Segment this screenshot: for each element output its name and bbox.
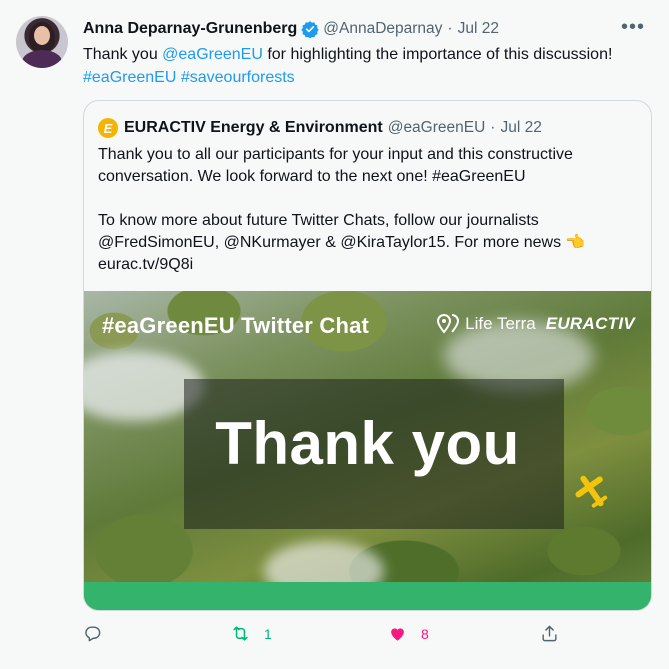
quoted-author-name: EURACTIV Energy & Environment: [124, 119, 383, 136]
quoted-text-part: To know more about future Twitter Chats,…: [98, 212, 562, 251]
retweet-icon: [233, 626, 248, 641]
image-footer-strip: [84, 582, 651, 610]
quoted-link: eurac.tv/9Q8i: [98, 256, 194, 273]
tweet-text: Thank you @eaGreenEU for highlighting th…: [83, 43, 653, 89]
author-name[interactable]: Anna Deparnay-Grunenberg: [83, 20, 297, 38]
tweet[interactable]: Anna Deparnay-Grunenberg @AnnaDeparnay ·…: [0, 0, 669, 669]
tweet-text-part: for highlighting the importance of this …: [262, 46, 613, 63]
tweet-header: Anna Deparnay-Grunenberg @AnnaDeparnay ·…: [83, 18, 499, 40]
pointing-hand-icon: 👉: [565, 234, 586, 251]
tweet-actions: 1 8: [83, 624, 563, 648]
like-button[interactable]: 8: [388, 624, 429, 643]
verified-badge-icon: [301, 21, 319, 38]
quoted-author-handle: @eaGreenEU: [387, 119, 486, 136]
reply-button[interactable]: [83, 624, 116, 643]
author-handle[interactable]: @AnnaDeparnay: [323, 20, 442, 38]
quoted-header-separator: ·: [490, 119, 496, 136]
mention-link[interactable]: @eaGreenEU: [162, 46, 263, 63]
euractiv-logo: EURACTIV: [545, 314, 635, 333]
lifeterra-logo: Life Terra: [437, 313, 536, 335]
author-avatar[interactable]: [16, 16, 68, 68]
quoted-tweet-image[interactable]: #eaGreenEU Twitter Chat Life Terra EURAC…: [84, 291, 651, 610]
hashtag-link[interactable]: #saveourforests: [181, 69, 295, 86]
map-pin-icon: [437, 313, 460, 334]
quoted-tweet-header: E EURACTIV Energy & Environment @eaGreen…: [98, 117, 542, 139]
quoted-text-paragraph: Thank you to all our participants for yo…: [98, 146, 573, 185]
heart-icon: [391, 628, 404, 641]
tweet-date[interactable]: Jul 22: [458, 20, 499, 38]
quoted-tweet-date: Jul 22: [500, 119, 542, 136]
like-count: 8: [421, 625, 429, 642]
quoted-tweet[interactable]: E EURACTIV Energy & Environment @eaGreen…: [83, 100, 652, 611]
lifeterra-logo-text: Life Terra: [465, 314, 536, 333]
quoted-text-paragraph: To know more about future Twitter Chats,…: [98, 210, 638, 276]
hashtag-link[interactable]: #eaGreenEU: [83, 69, 176, 86]
image-title: #eaGreenEU Twitter Chat: [102, 313, 370, 338]
share-button[interactable]: [540, 624, 559, 643]
quoted-author-avatar: E: [98, 118, 118, 138]
retweet-count: 1: [264, 625, 272, 642]
header-separator: ·: [447, 20, 453, 37]
avatar-letter: E: [103, 120, 113, 136]
reply-icon: [85, 626, 101, 642]
image-headline: Thank you: [215, 410, 520, 477]
tweet-text-part: Thank you: [83, 46, 163, 63]
retweet-button[interactable]: 1: [231, 624, 272, 643]
share-icon: [542, 625, 557, 642]
image-logos: Life Terra EURACTIV: [437, 313, 635, 335]
airplane-icon: [575, 475, 608, 508]
more-horizontal-icon[interactable]: •••: [621, 17, 645, 37]
quoted-tweet-text: Thank you to all our participants for yo…: [98, 144, 638, 276]
